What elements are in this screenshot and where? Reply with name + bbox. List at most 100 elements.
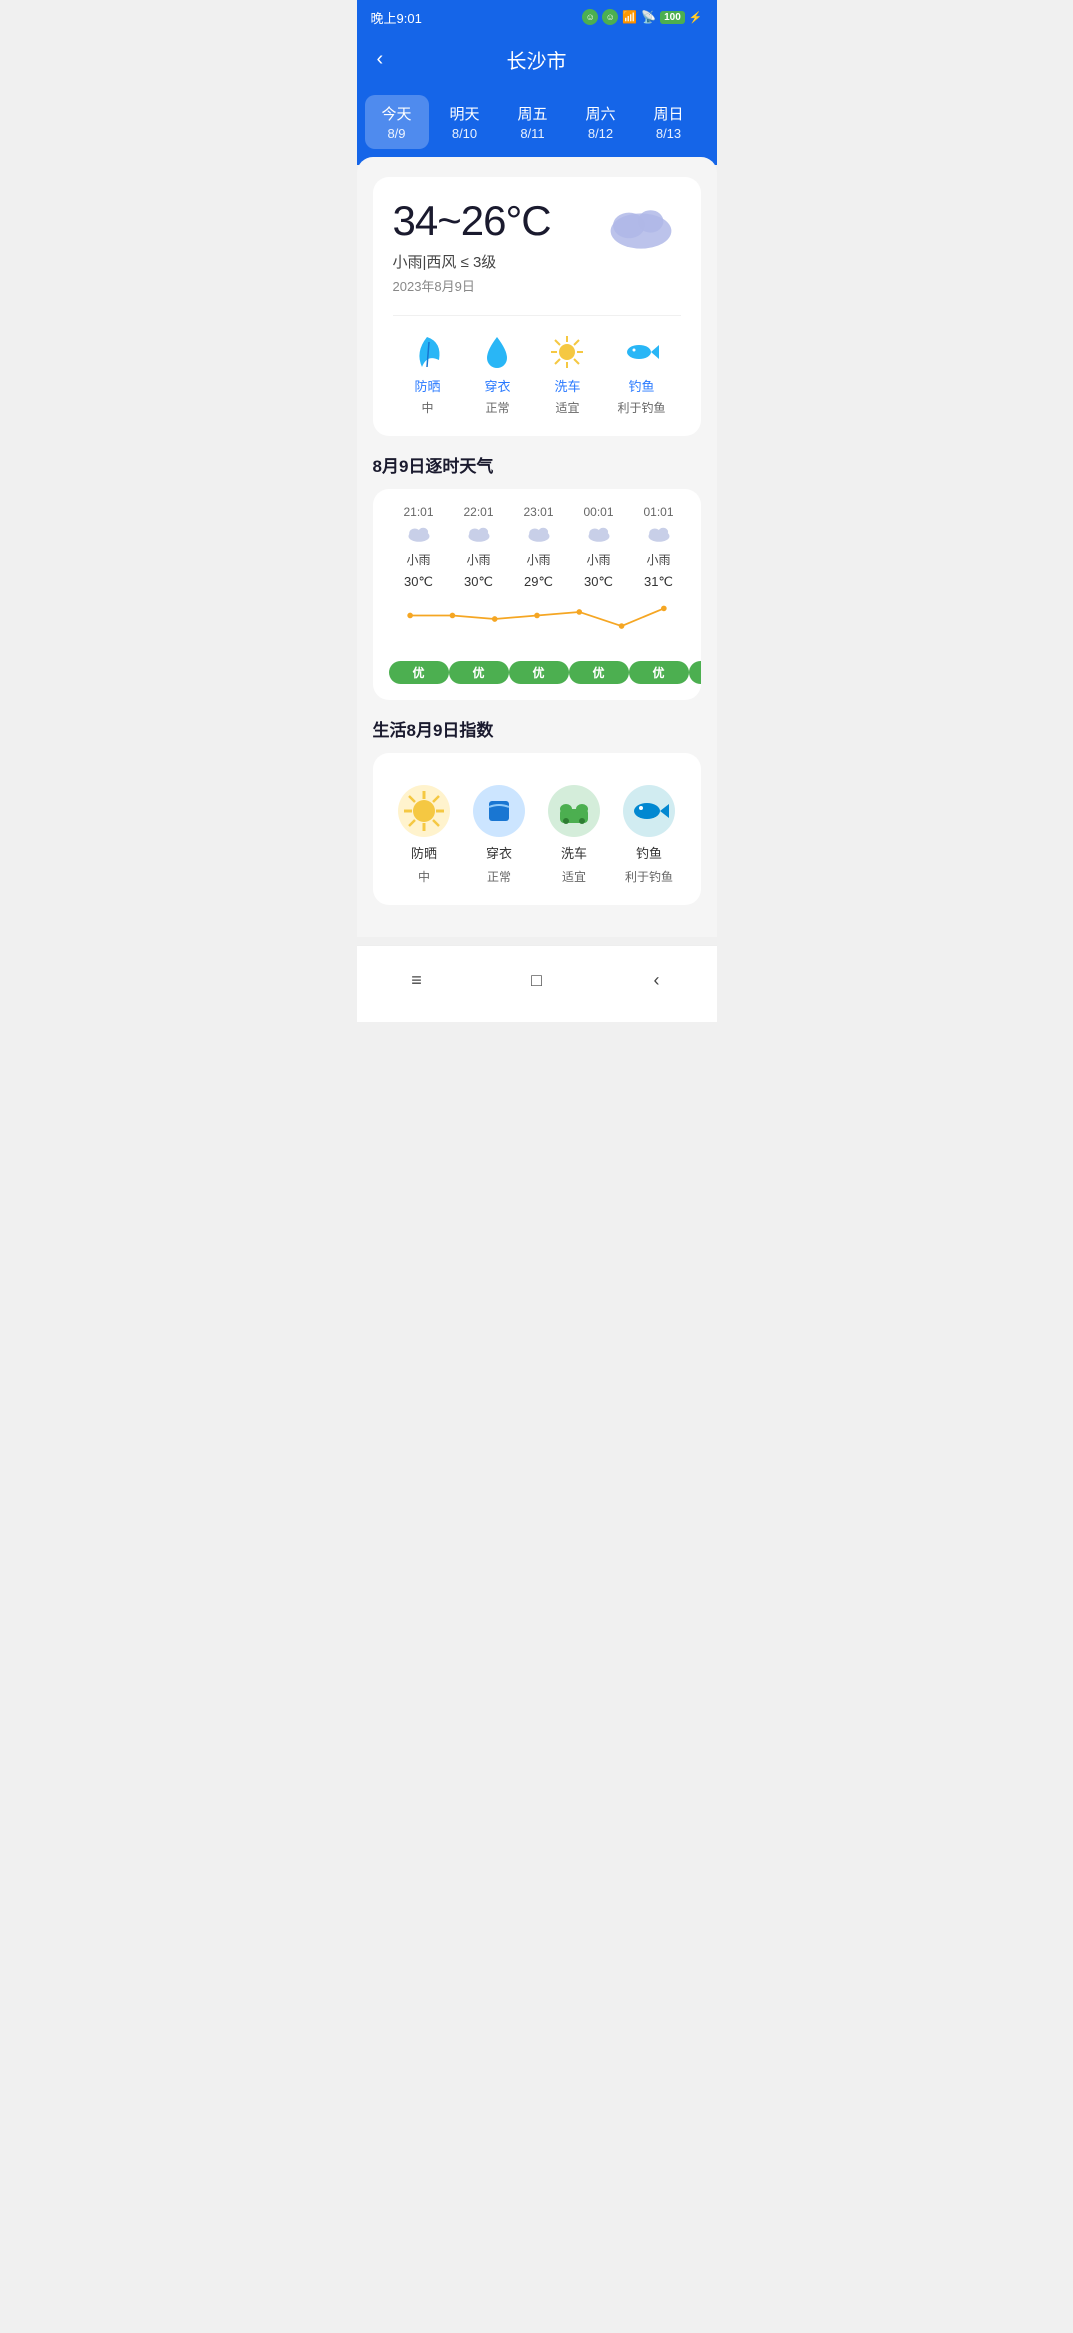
main-content: 34~26°C 小雨|西风 ≤ 3级 2023年8月9日 防晒 中 穿衣 正常 …: [357, 157, 717, 937]
hourly-cloud-icon: [645, 525, 673, 545]
aqi-badge-1: 优: [449, 661, 509, 684]
tab-date: 8/11: [515, 126, 551, 141]
temp-range: 34~26°C: [393, 197, 551, 245]
hourly-item-0: 21:01 小雨 30℃: [389, 505, 449, 590]
quick-value: 中: [421, 399, 433, 416]
tab-date: 8/12: [583, 126, 619, 141]
charge-icon: ⚡: [689, 11, 703, 24]
status-icons: ☺ ☺ 📶 📡 100 ⚡: [582, 9, 702, 25]
status-icon-1: ☺: [582, 9, 598, 25]
hourly-cloud-icon: [525, 525, 553, 545]
signal-icon: 📶: [622, 10, 637, 24]
weather-card: 34~26°C 小雨|西风 ≤ 3级 2023年8月9日 防晒 中 穿衣 正常 …: [373, 177, 701, 436]
page-title: 长沙市: [507, 45, 567, 74]
day-tab-1[interactable]: 明天8/10: [433, 95, 497, 149]
aqi-badge-4: 优: [629, 661, 689, 684]
tab-name: 今天: [379, 103, 415, 124]
life-grid-value: 中: [418, 868, 430, 885]
quick-label: 穿衣: [484, 376, 510, 395]
day-tab-0[interactable]: 今天 8/9: [365, 95, 429, 149]
home-button[interactable]: □: [515, 958, 559, 1002]
tab-date: 8/13: [651, 126, 687, 141]
life-index-title: 生活8月9日指数: [373, 716, 701, 741]
aqi-badge-3: 优: [569, 661, 629, 684]
temp-chart: [389, 594, 685, 644]
life-grid-label: 洗车: [561, 843, 587, 862]
life-grid-icon-1: [473, 785, 525, 837]
hourly-item-1: 22:01 小雨 30℃: [449, 505, 509, 590]
hourly-temp: 31℃: [644, 574, 673, 590]
hourly-time: 00:01: [583, 505, 613, 519]
hourly-cloud-icon: [465, 525, 493, 545]
life-grid: 防晒 中 穿衣 正常 洗车 适宜 钓鱼 利于钓鱼: [393, 785, 681, 885]
hourly-temp: 30℃: [404, 574, 433, 590]
life-grid-icon-2: [548, 785, 600, 837]
hourly-time: 21:01: [403, 505, 433, 519]
hourly-time: 22:01: [463, 505, 493, 519]
quick-index-1: 穿衣 正常: [477, 332, 517, 416]
status-icon-2: ☺: [602, 9, 618, 25]
hourly-desc: 小雨: [586, 551, 610, 568]
hourly-temp: 29℃: [524, 574, 553, 590]
menu-button[interactable]: ≡: [395, 958, 439, 1002]
life-grid-value: 利于钓鱼: [625, 868, 673, 885]
life-grid-value: 适宜: [562, 868, 586, 885]
aqi-badge-2: 优: [509, 661, 569, 684]
hourly-temp: 30℃: [584, 574, 613, 590]
quick-value: 正常: [485, 399, 509, 416]
life-grid-item-2: 洗车 适宜: [543, 785, 606, 885]
hourly-time: 01:01: [643, 505, 673, 519]
tab-name: 周日: [651, 103, 687, 124]
quick-icon-leaf: [407, 332, 447, 372]
tab-date: 8/9: [379, 126, 415, 141]
quick-value: 利于钓鱼: [617, 399, 665, 416]
quick-life-index: 防晒 中 穿衣 正常 洗车 适宜 钓鱼 利于钓鱼: [393, 315, 681, 416]
hourly-scroll: 21:01 小雨 30℃ 22:01 小雨 30℃ 23:01 小雨 29℃ 0…: [389, 505, 701, 590]
day-tabs: 今天8/9明天8/10周五8/11周六8/12周日8/13周一8/14周二8/1…: [357, 87, 717, 165]
life-grid-label: 钓鱼: [636, 843, 662, 862]
quick-icon-sun: [547, 332, 587, 372]
life-grid-label: 防晒: [411, 843, 437, 862]
quick-value: 适宜: [555, 399, 579, 416]
cloud-icon: [601, 197, 681, 257]
life-index-card: 防晒 中 穿衣 正常 洗车 适宜 钓鱼 利于钓鱼: [373, 753, 701, 905]
nav-back-button[interactable]: ‹: [635, 958, 679, 1002]
aqi-badge-5: 优: [689, 661, 701, 684]
quick-index-2: 洗车 适宜: [547, 332, 587, 416]
hourly-desc: 小雨: [526, 551, 550, 568]
hourly-desc: 小雨: [466, 551, 490, 568]
hourly-cloud-icon: [585, 525, 613, 545]
hourly-desc: 小雨: [646, 551, 670, 568]
life-grid-value: 正常: [487, 868, 511, 885]
day-tab-5[interactable]: 周一8/14: [705, 95, 717, 149]
quick-index-0: 防晒 中: [407, 332, 447, 416]
temp-info: 34~26°C 小雨|西风 ≤ 3级 2023年8月9日: [393, 197, 551, 295]
quick-label: 洗车: [554, 376, 580, 395]
life-grid-icon-0: [398, 785, 450, 837]
hourly-temp: 30℃: [464, 574, 493, 590]
hourly-item-4: 01:01 小雨 31℃: [629, 505, 689, 590]
weather-date: 2023年8月9日: [393, 276, 551, 295]
quick-label: 钓鱼: [628, 376, 654, 395]
hourly-desc: 小雨: [406, 551, 430, 568]
day-tab-2[interactable]: 周五 8/11: [501, 95, 565, 149]
life-grid-item-3: 钓鱼 利于钓鱼: [618, 785, 681, 885]
back-button[interactable]: ‹: [373, 44, 388, 75]
hourly-cloud-icon: [405, 525, 433, 545]
quick-index-3: 钓鱼 利于钓鱼: [617, 332, 665, 416]
life-grid-item-0: 防晒 中: [393, 785, 456, 885]
status-time: 晚上9:01: [371, 8, 422, 27]
aqi-row: 优优优优优优优: [389, 661, 685, 684]
hourly-item-2: 23:01 小雨 29℃: [509, 505, 569, 590]
bottom-nav: ≡ □ ‹: [357, 945, 717, 1022]
hourly-card: 21:01 小雨 30℃ 22:01 小雨 30℃ 23:01 小雨 29℃ 0…: [373, 489, 701, 700]
hourly-section: 8月9日逐时天气 21:01 小雨 30℃ 22:01 小雨 30℃ 23:01…: [373, 452, 701, 700]
weather-description: 小雨|西风 ≤ 3级: [393, 251, 551, 272]
life-index-section: 生活8月9日指数 防晒 中 穿衣 正常 洗车 适宜 钓鱼 利于钓鱼: [373, 716, 701, 905]
tab-date: 8/10: [447, 126, 483, 141]
status-bar: 晚上9:01 ☺ ☺ 📶 📡 100 ⚡: [357, 0, 717, 32]
tab-name: 周五: [515, 103, 551, 124]
day-tab-4[interactable]: 周日 8/13: [637, 95, 701, 149]
day-tab-3[interactable]: 周六8/12: [569, 95, 633, 149]
hourly-title: 8月9日逐时天气: [373, 452, 701, 477]
